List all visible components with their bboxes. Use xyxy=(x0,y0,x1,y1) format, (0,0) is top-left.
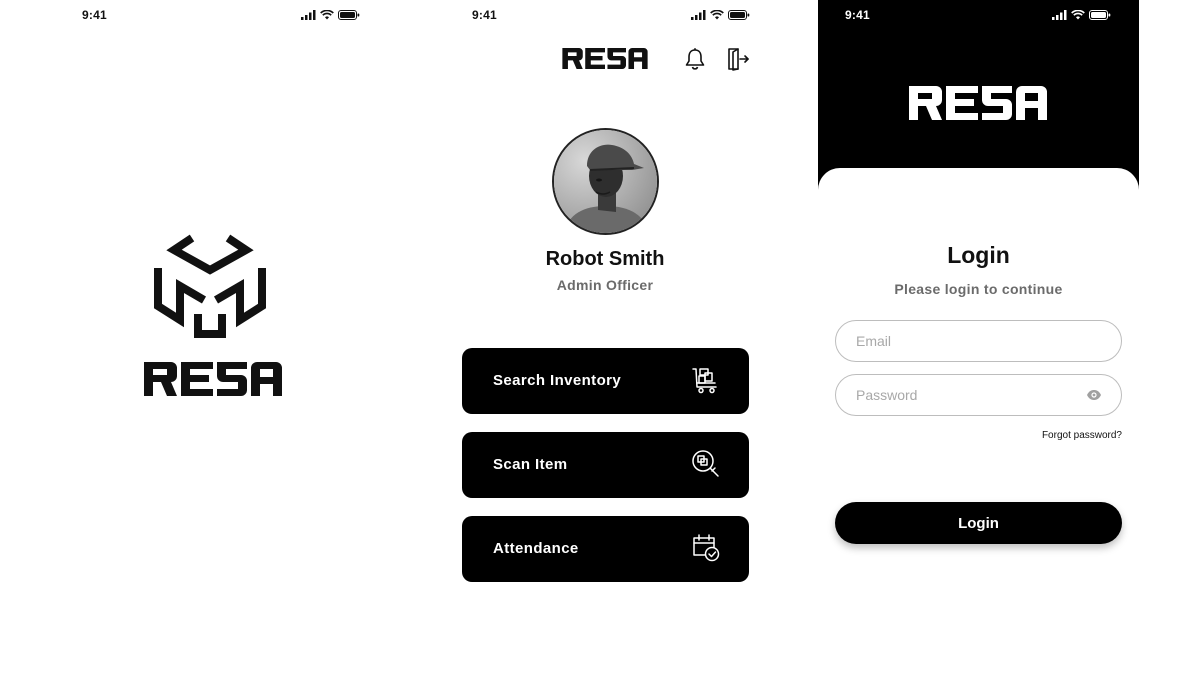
resa-header-logo xyxy=(562,48,648,69)
resa-wordmark xyxy=(144,362,282,396)
status-icons xyxy=(301,10,360,20)
login-sheet: Login Please login to continue Forgot pa… xyxy=(818,168,1139,695)
wifi-icon xyxy=(1071,10,1085,20)
login-button[interactable]: Login xyxy=(835,502,1122,544)
attendance-button[interactable]: Attendance xyxy=(462,516,749,582)
status-time: 9:41 xyxy=(472,8,497,22)
signal-icon xyxy=(1052,10,1067,20)
login-title: Login xyxy=(947,242,1010,268)
login-subtitle: Please login to continue xyxy=(894,281,1063,297)
profile-role: Admin Officer xyxy=(556,277,654,293)
splash-screen: 9:41 xyxy=(40,0,390,695)
search-inventory-label: Search Inventory xyxy=(493,372,622,389)
bell-icon[interactable] xyxy=(684,47,706,71)
status-time: 9:41 xyxy=(845,8,870,22)
avatar xyxy=(552,128,659,235)
email-field[interactable] xyxy=(835,320,1122,362)
profile-name: Robot Smith xyxy=(545,248,665,270)
logout-icon[interactable] xyxy=(726,47,750,71)
password-field[interactable] xyxy=(835,374,1122,416)
email-input[interactable] xyxy=(856,321,1076,361)
status-bar: 9:41 xyxy=(818,8,1139,24)
wifi-icon xyxy=(320,10,334,20)
status-icons xyxy=(1052,10,1111,20)
signal-icon xyxy=(301,10,316,20)
battery-icon xyxy=(1089,10,1111,20)
status-bar: 9:41 xyxy=(430,8,780,24)
status-icons xyxy=(691,10,750,20)
status-bar: 9:41 xyxy=(40,8,390,24)
login-screen: 9:41 Login Please login to continue Emai… xyxy=(818,0,1139,695)
cart-icon xyxy=(692,368,717,394)
eye-icon[interactable] xyxy=(1086,389,1102,401)
scan-search-icon xyxy=(692,450,719,477)
scan-item-button[interactable]: Scan Item xyxy=(462,432,749,498)
forgot-password-link[interactable]: Forgot password? xyxy=(1042,430,1122,441)
wifi-icon xyxy=(710,10,724,20)
status-time: 9:41 xyxy=(82,8,107,22)
home-screen: 9:41 Robot Smith Admin Officer Search In… xyxy=(430,0,780,695)
battery-icon xyxy=(728,10,750,20)
profile-photo xyxy=(554,130,657,233)
scan-item-label: Scan Item xyxy=(493,456,568,473)
resa-logo-mark xyxy=(154,234,266,338)
battery-icon xyxy=(338,10,360,20)
calendar-check-icon xyxy=(693,534,720,562)
password-input[interactable] xyxy=(856,375,1076,415)
signal-icon xyxy=(691,10,706,20)
search-inventory-button[interactable]: Search Inventory xyxy=(462,348,749,414)
resa-header-logo xyxy=(909,86,1047,120)
attendance-label: Attendance xyxy=(493,540,579,557)
